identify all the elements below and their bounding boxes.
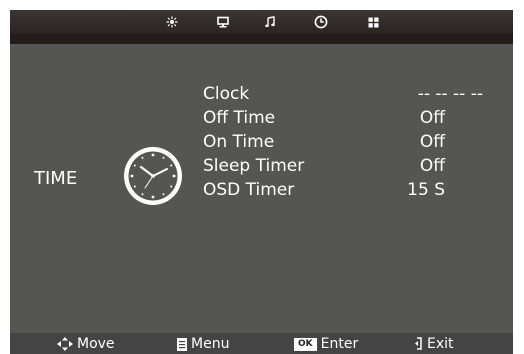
arrows-icon <box>57 337 73 351</box>
menu-item-value: Off <box>419 132 445 152</box>
menu-item-label: OSD Timer <box>203 180 295 200</box>
menu-tab-bar <box>10 10 513 34</box>
menu-item-value: Off <box>419 156 445 176</box>
tab-lock[interactable] <box>363 14 383 30</box>
hint-exit: Exit <box>415 336 454 352</box>
lock-icon <box>368 17 378 27</box>
hint-menu: Menu <box>177 336 229 352</box>
tab-time[interactable] <box>311 14 331 30</box>
hint-exit-label: Exit <box>427 336 454 352</box>
music-note-icon <box>265 16 275 28</box>
osd-screen: TIME Clock -- -- -- -- Off Time Off On T… <box>10 10 513 354</box>
menu-item-off-time[interactable]: Off Time Off <box>203 106 483 130</box>
menu-icon <box>177 337 187 351</box>
clock-icon <box>124 147 182 205</box>
tab-picture[interactable] <box>162 14 182 30</box>
hint-enter: OK Enter <box>294 336 358 352</box>
picture-icon <box>166 16 178 28</box>
time-menu-list: Clock -- -- -- -- Off Time Off On Time O… <box>203 82 483 202</box>
hint-move: Move <box>57 336 115 352</box>
menu-item-value: -- -- -- -- <box>417 84 483 104</box>
menu-item-value: Off <box>419 108 445 128</box>
menu-item-clock[interactable]: Clock -- -- -- -- <box>203 82 483 106</box>
menu-item-osd-timer[interactable]: OSD Timer 15 S <box>203 178 483 202</box>
tab-screen[interactable] <box>213 14 233 30</box>
menu-item-label: Sleep Timer <box>203 156 305 176</box>
menu-item-sleep-timer[interactable]: Sleep Timer Off <box>203 154 483 178</box>
hint-move-label: Move <box>77 336 115 352</box>
section-title: TIME <box>34 168 78 189</box>
menu-item-label: Off Time <box>203 108 276 128</box>
menu-item-on-time[interactable]: On Time Off <box>203 130 483 154</box>
exit-icon <box>415 337 422 350</box>
tab-sound[interactable] <box>260 14 280 30</box>
menu-item-label: Clock <box>203 84 250 104</box>
menu-item-label: On Time <box>203 132 275 152</box>
monitor-icon <box>217 16 229 28</box>
hint-enter-label: Enter <box>320 336 359 352</box>
ok-button-icon: OK <box>294 337 317 351</box>
menu-item-value: 15 S <box>407 180 445 200</box>
hint-menu-label: Menu <box>191 336 230 352</box>
tab-bar-divider <box>10 34 513 44</box>
clock-icon <box>314 15 328 29</box>
